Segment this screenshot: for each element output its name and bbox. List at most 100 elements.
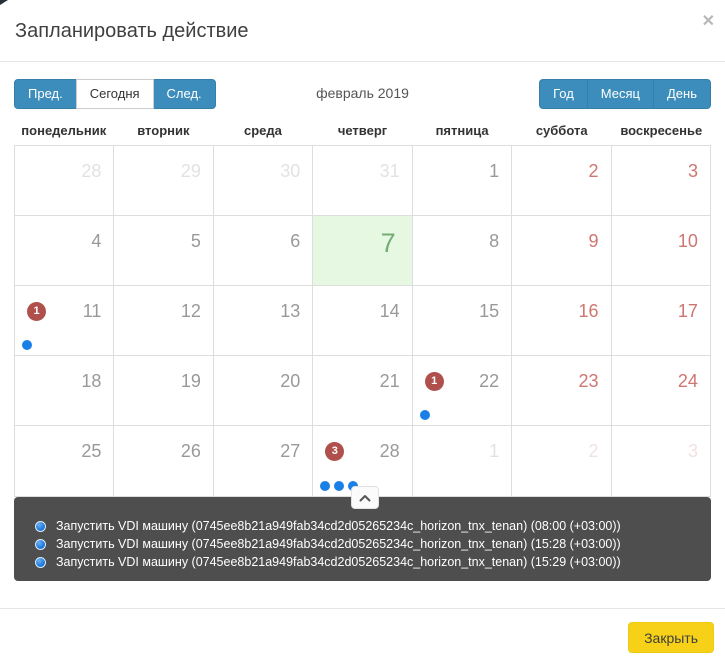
event-marker-icon xyxy=(35,557,46,568)
day-number: 16 xyxy=(579,301,599,322)
calendar-toolbar: Пред. Сегодня След. февраль 2019 Год Мес… xyxy=(14,79,711,109)
day-cell[interactable]: 111 xyxy=(15,286,114,355)
day-number: 22 xyxy=(479,371,499,392)
day-cell[interactable]: 23 xyxy=(512,356,611,425)
calendar-week-row: 4 5 6 7 8 9 10 xyxy=(15,216,710,286)
event-count-badge[interactable]: 1 xyxy=(27,302,46,321)
event-dot[interactable] xyxy=(22,340,32,350)
event-dot[interactable] xyxy=(334,481,344,491)
weekday-row: понедельниквторниксредачетвергпятницасуб… xyxy=(14,115,711,145)
weekday-header: пятница xyxy=(412,115,512,145)
event-dots xyxy=(420,410,434,420)
day-number: 1 xyxy=(489,161,499,182)
event-item[interactable]: Запустить VDI машину (0745ee8b21a949fab3… xyxy=(14,535,711,553)
day-number: 25 xyxy=(81,441,101,462)
weekday-header: понедельник xyxy=(14,115,114,145)
day-number: 1 xyxy=(489,441,499,462)
day-cell[interactable]: 6 xyxy=(214,216,313,285)
collapse-chevron-button[interactable] xyxy=(351,486,379,509)
day-cell[interactable]: 13 xyxy=(214,286,313,355)
close-icon[interactable]: ✕ xyxy=(702,14,715,30)
calendar-week-row: 18 19 20 21 1 22 23 24 xyxy=(15,356,710,426)
day-number: 9 xyxy=(589,231,599,252)
day-cell[interactable]: 1 xyxy=(413,146,512,215)
day-cell[interactable]: 1 22 xyxy=(413,356,512,425)
day-cell[interactable]: 14 xyxy=(313,286,412,355)
event-marker-icon xyxy=(35,539,46,550)
day-number: 3 xyxy=(688,441,698,462)
day-number: 23 xyxy=(579,371,599,392)
day-number: 20 xyxy=(280,371,300,392)
day-number: 21 xyxy=(380,371,400,392)
day-cell[interactable]: 27 xyxy=(214,426,313,496)
day-cell[interactable]: 4 xyxy=(15,216,114,285)
day-number: 6 xyxy=(290,231,300,252)
day-number: 13 xyxy=(280,301,300,322)
close-button[interactable]: Закрыть xyxy=(628,622,714,653)
event-item-label: Запустить VDI машину (0745ee8b21a949fab3… xyxy=(56,519,621,533)
day-number: 10 xyxy=(678,231,698,252)
day-cell[interactable]: 28 xyxy=(15,146,114,215)
day-number: 14 xyxy=(380,301,400,322)
day-number: 26 xyxy=(181,441,201,462)
day-cell[interactable]: 24 xyxy=(612,356,710,425)
day-cell[interactable]: 20 xyxy=(214,356,313,425)
day-cell[interactable]: 8 xyxy=(413,216,512,285)
day-number: 3 xyxy=(688,161,698,182)
day-cell[interactable]: 1 xyxy=(413,426,512,496)
day-cell[interactable]: 29 xyxy=(114,146,213,215)
day-cell[interactable]: 18 xyxy=(15,356,114,425)
day-cell[interactable]: 2 xyxy=(512,146,611,215)
event-item-label: Запустить VDI машину (0745ee8b21a949fab3… xyxy=(56,537,621,551)
day-cell[interactable]: 19 xyxy=(114,356,213,425)
day-cell[interactable]: 9 xyxy=(512,216,611,285)
day-number: 24 xyxy=(678,371,698,392)
modal-header: Запланировать действие ✕ xyxy=(0,0,725,62)
modal-title: Запланировать действие xyxy=(15,0,710,43)
day-cell[interactable]: 3 xyxy=(612,146,710,215)
day-cell[interactable]: 31 xyxy=(313,146,412,215)
schedule-action-modal: Запланировать действие ✕ Пред. Сегодня С… xyxy=(0,0,725,662)
event-item[interactable]: Запустить VDI машину (0745ee8b21a949fab3… xyxy=(14,517,711,535)
day-cell[interactable]: 21 xyxy=(313,356,412,425)
day-cell[interactable]: 16 xyxy=(512,286,611,355)
calendar-panel: Пред. Сегодня След. февраль 2019 Год Мес… xyxy=(0,62,725,581)
day-cell[interactable]: 10 xyxy=(612,216,710,285)
day-number: 5 xyxy=(191,231,201,252)
event-marker-icon xyxy=(35,521,46,532)
event-dot[interactable] xyxy=(320,481,330,491)
event-item[interactable]: Запустить VDI машину (0745ee8b21a949fab3… xyxy=(14,553,711,571)
weekday-header: воскресенье xyxy=(611,115,711,145)
day-cell[interactable]: 12 xyxy=(114,286,213,355)
day-number: 2 xyxy=(589,161,599,182)
event-count-badge[interactable]: 1 xyxy=(425,372,444,391)
day-cell[interactable]: 17 xyxy=(612,286,710,355)
weekday-header: суббота xyxy=(512,115,612,145)
day-number: 19 xyxy=(181,371,201,392)
day-number: 8 xyxy=(489,231,499,252)
day-number: 7 xyxy=(381,228,396,259)
day-cell[interactable]: 30 xyxy=(214,146,313,215)
day-cell[interactable]: 5 xyxy=(114,216,213,285)
chevron-up-icon xyxy=(359,494,371,502)
day-number: 4 xyxy=(91,231,101,252)
day-number: 17 xyxy=(678,301,698,322)
day-cell[interactable]: 25 xyxy=(15,426,114,496)
day-cell[interactable]: 2 xyxy=(512,426,611,496)
day-number: 15 xyxy=(479,301,499,322)
weekday-header: четверг xyxy=(313,115,413,145)
weekday-header: среда xyxy=(213,115,313,145)
day-number: 31 xyxy=(380,161,400,182)
calendar-week-row: 28 29 30 31 1 2 3 xyxy=(15,146,710,216)
day-cell[interactable]: 7 xyxy=(313,216,412,285)
event-dot[interactable] xyxy=(420,410,430,420)
event-count-badge[interactable]: 3 xyxy=(325,442,344,461)
day-number: 28 xyxy=(81,161,101,182)
today-button[interactable]: Сегодня xyxy=(76,79,154,109)
day-cell[interactable]: 3 xyxy=(612,426,710,496)
day-cell[interactable]: 15 xyxy=(413,286,512,355)
day-number: 28 xyxy=(380,441,400,462)
day-number: 30 xyxy=(280,161,300,182)
day-number: 11 xyxy=(83,301,102,322)
day-cell[interactable]: 26 xyxy=(114,426,213,496)
